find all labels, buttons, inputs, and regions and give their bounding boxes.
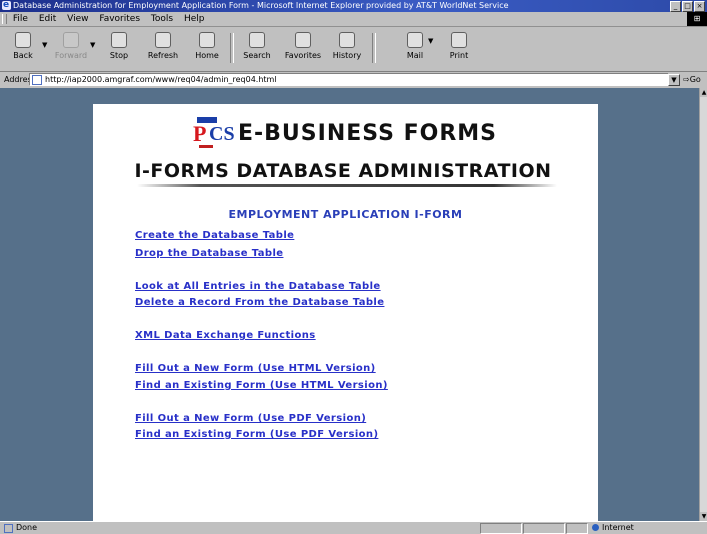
vertical-scrollbar[interactable]: ▲ ▼ <box>699 88 707 521</box>
status-pane <box>566 523 588 534</box>
mail-button[interactable]: Mail <box>396 29 434 67</box>
mail-label: Mail <box>406 51 424 60</box>
search-button[interactable]: Search <box>238 29 276 67</box>
menu-tools[interactable]: Tools <box>151 12 173 26</box>
favorites-label: Favorites <box>284 51 322 60</box>
window-title: Database Administration for Employment A… <box>13 1 509 10</box>
view-entries-link[interactable]: Look at All Entries in the Database Tabl… <box>135 281 381 292</box>
section-title: EMPLOYMENT APPLICATION I-FORM <box>228 208 463 221</box>
print-button[interactable]: Print <box>440 29 478 67</box>
minimize-button[interactable]: _ <box>670 1 681 12</box>
search-label: Search <box>243 51 271 60</box>
status-pane <box>523 523 565 534</box>
new-form-html-link[interactable]: Fill Out a New Form (Use HTML Version) <box>135 363 376 374</box>
favorites-button[interactable]: Favorites <box>282 29 324 67</box>
menubar-grip <box>2 14 7 24</box>
scroll-up-icon[interactable]: ▲ <box>700 88 707 97</box>
windows-logo-throbber: ⊞ <box>687 12 707 26</box>
mail-icon <box>407 32 423 48</box>
maximize-button[interactable]: □ <box>682 1 693 12</box>
favorites-icon <box>295 32 311 48</box>
menu-favorites[interactable]: Favorites <box>99 12 140 26</box>
scroll-down-icon[interactable]: ▼ <box>700 512 707 521</box>
back-button[interactable]: Back <box>4 29 42 67</box>
page-icon <box>32 75 42 85</box>
brand-title: E-BUSINESS FORMS <box>238 121 498 146</box>
search-icon <box>249 32 265 48</box>
refresh-button[interactable]: Refresh <box>144 29 182 67</box>
status-text: Done <box>2 522 37 534</box>
home-icon <box>199 32 215 48</box>
forward-dropdown-icon[interactable]: ▼ <box>90 41 95 49</box>
stop-icon <box>111 32 127 48</box>
zone-label: Internet <box>602 523 634 532</box>
window-titlebar: Database Administration for Employment A… <box>0 0 707 12</box>
status-pane <box>480 523 522 534</box>
page-done-icon <box>4 524 13 533</box>
home-button[interactable]: Home <box>188 29 226 67</box>
window-controls: _ □ × <box>670 1 705 12</box>
create-table-link[interactable]: Create the Database Table <box>135 230 294 241</box>
address-input[interactable]: http://iap2000.amgraf.com/www/req04/admi… <box>29 73 669 86</box>
back-arrow-icon <box>15 32 31 48</box>
security-zone: Internet <box>592 522 634 534</box>
forward-button[interactable]: Forward <box>52 29 90 67</box>
standard-toolbar: Back ▼ Forward ▼ Stop Refresh Home Searc… <box>0 27 707 72</box>
delete-record-link[interactable]: Delete a Record From the Database Table <box>135 297 384 308</box>
toolbar-separator <box>230 33 234 63</box>
home-label: Home <box>195 51 219 60</box>
printer-icon <box>451 32 467 48</box>
menu-bar: File Edit View Favorites Tools Help <box>0 12 707 27</box>
go-label: Go <box>689 75 701 84</box>
history-label: History <box>332 51 362 60</box>
go-button[interactable]: ⇨Go <box>683 72 701 87</box>
menu-help[interactable]: Help <box>184 12 205 26</box>
menu-view[interactable]: View <box>67 12 88 26</box>
xml-exchange-link[interactable]: XML Data Exchange Functions <box>135 330 316 341</box>
web-page: P CS E-BUSINESS FORMS I-FORMS DATABASE A… <box>93 104 598 521</box>
back-dropdown-icon[interactable]: ▼ <box>42 41 47 49</box>
new-form-pdf-link[interactable]: Fill Out a New Form (Use PDF Version) <box>135 413 366 424</box>
forward-arrow-icon <box>63 32 79 48</box>
title-underline <box>137 184 557 187</box>
refresh-icon <box>155 32 171 48</box>
pcs-logo-icon: P CS <box>193 117 235 151</box>
refresh-label: Refresh <box>147 51 179 60</box>
address-bar: Address http://iap2000.amgraf.com/www/re… <box>0 72 707 87</box>
close-button[interactable]: × <box>694 1 705 12</box>
globe-icon <box>592 524 599 531</box>
forward-label: Forward <box>54 51 88 60</box>
ie-logo-icon <box>2 0 11 11</box>
status-bar: Done Internet <box>0 521 707 534</box>
page-viewport: P CS E-BUSINESS FORMS I-FORMS DATABASE A… <box>0 88 699 521</box>
menu-file[interactable]: File <box>13 12 28 26</box>
menu-edit[interactable]: Edit <box>39 12 56 26</box>
toolbar-separator <box>372 33 376 63</box>
back-label: Back <box>13 51 33 60</box>
history-icon <box>339 32 355 48</box>
address-url: http://iap2000.amgraf.com/www/req04/admi… <box>45 75 277 84</box>
stop-label: Stop <box>109 51 129 60</box>
drop-table-link[interactable]: Drop the Database Table <box>135 248 283 259</box>
status-label: Done <box>16 523 38 532</box>
find-form-html-link[interactable]: Find an Existing Form (Use HTML Version) <box>135 380 388 391</box>
page-title: I-FORMS DATABASE ADMINISTRATION <box>134 160 552 182</box>
print-label: Print <box>449 51 469 60</box>
mail-dropdown-icon[interactable]: ▼ <box>428 37 433 45</box>
history-button[interactable]: History <box>328 29 366 67</box>
address-dropdown-icon[interactable]: ▼ <box>668 74 680 86</box>
find-form-pdf-link[interactable]: Find an Existing Form (Use PDF Version) <box>135 429 378 440</box>
stop-button[interactable]: Stop <box>100 29 138 67</box>
